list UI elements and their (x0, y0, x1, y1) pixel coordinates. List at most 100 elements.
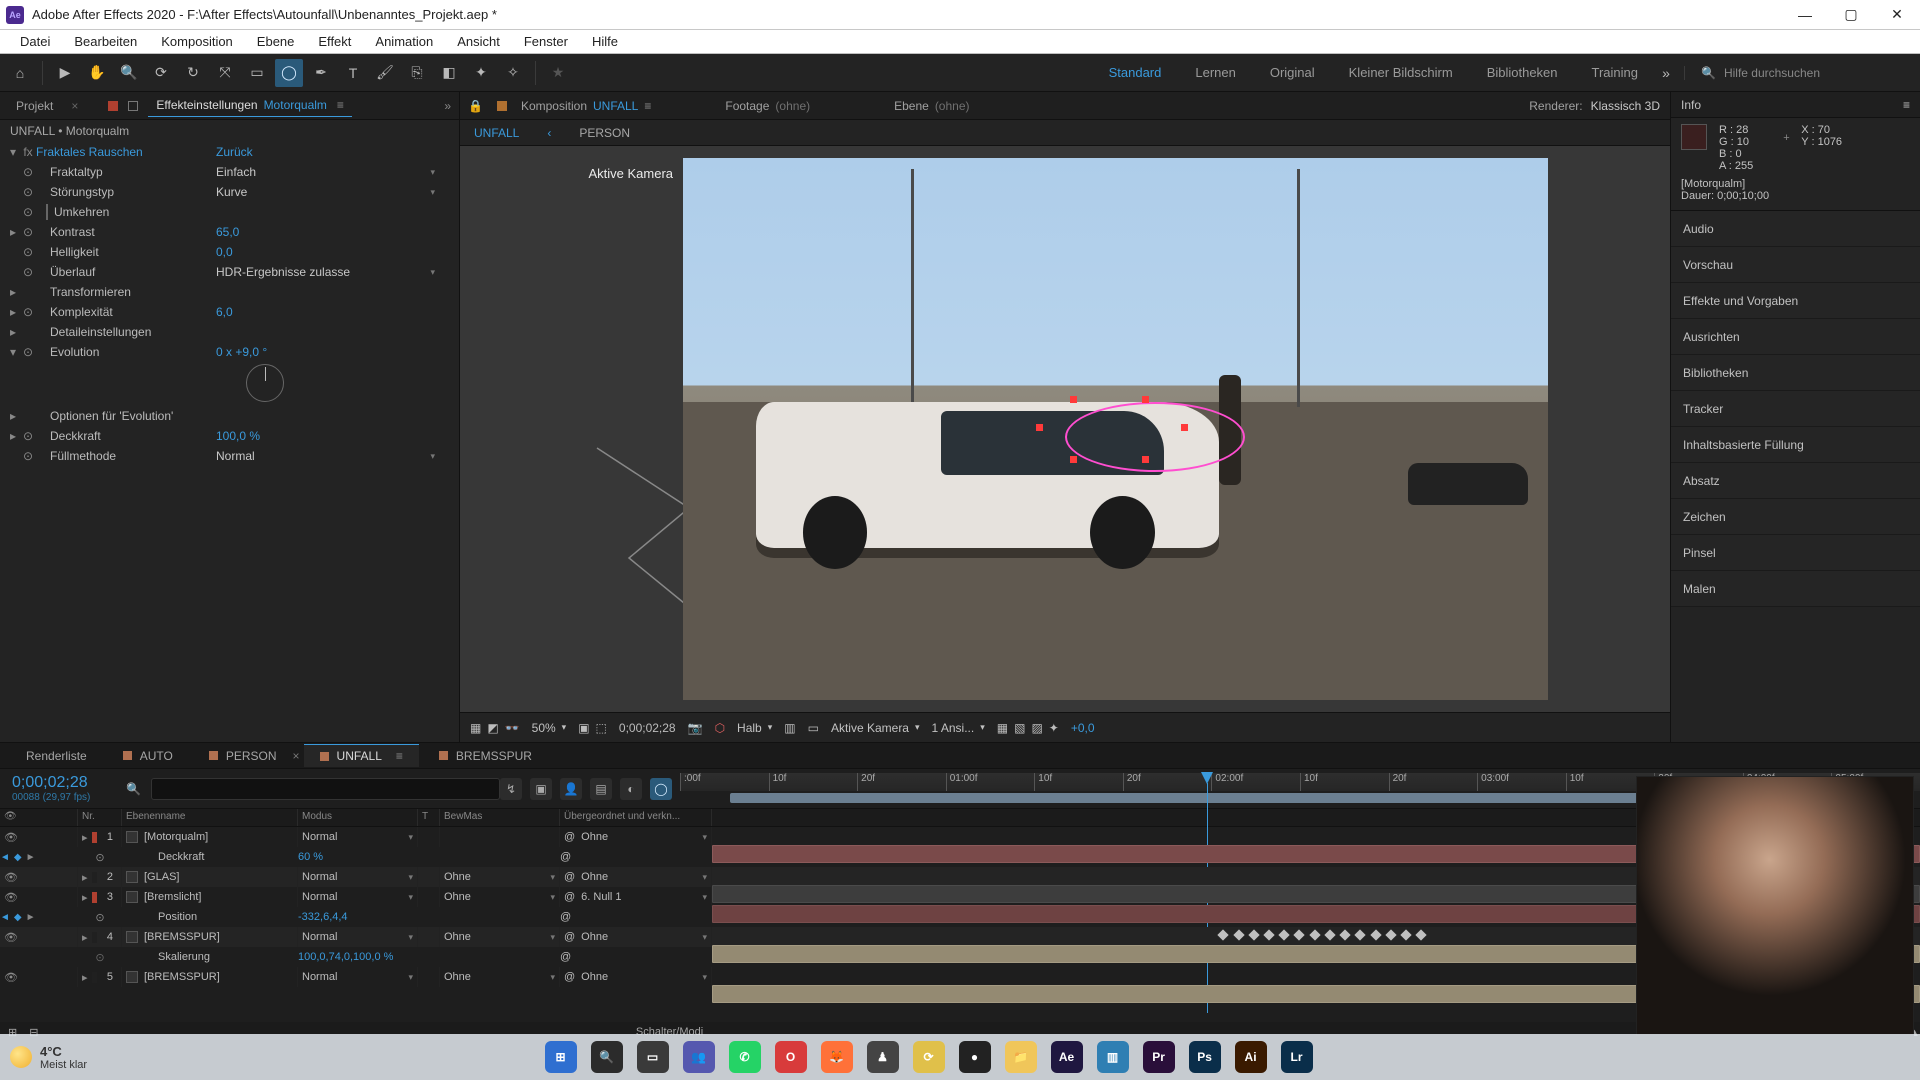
menu-effekt[interactable]: Effekt (308, 32, 361, 51)
tab-layer[interactable]: Ebene (894, 99, 929, 113)
motion-blur-icon[interactable]: ◐ (620, 778, 642, 800)
brush-tool[interactable]: 🖌 (371, 59, 399, 87)
keyframe[interactable] (1279, 929, 1290, 940)
taskbar-app-ae[interactable]: Ae (1051, 1041, 1083, 1073)
panel-overflow-icon[interactable]: » (444, 99, 459, 113)
resolution-dropdown[interactable]: Halb▾ (737, 721, 772, 735)
fx-value-dropdown[interactable]: Einfach▾ (216, 165, 453, 179)
taskbar-app-ai[interactable]: Ai (1235, 1041, 1267, 1073)
pickwhip-icon[interactable]: @ (560, 851, 571, 863)
fx-prop-transformieren[interactable]: Transformieren (36, 285, 216, 299)
maximize-button[interactable]: ▢ (1828, 0, 1874, 30)
twirl-icon[interactable]: ▾ (6, 145, 20, 159)
taskbar-app-search[interactable]: 🔍 (591, 1041, 623, 1073)
track-matte-dropdown[interactable]: Ohne▾ (444, 971, 555, 983)
shy-icon[interactable]: 👤 (560, 778, 582, 800)
keyframe[interactable] (1218, 929, 1229, 940)
keyframe[interactable] (1309, 929, 1320, 940)
taskbar-app-opera[interactable]: O (775, 1041, 807, 1073)
menu-fenster[interactable]: Fenster (514, 32, 578, 51)
viewer-timecode[interactable]: 0;00;02;28 (619, 721, 676, 735)
fx-prop-komplexit-t[interactable]: Komplexität (36, 305, 216, 319)
fx-prop-optionen-f-r-evolution-[interactable]: Optionen für 'Evolution' (36, 409, 216, 423)
stopwatch-icon[interactable]: ⊙ (95, 851, 104, 864)
taskbar-app-taskview[interactable]: ▭ (637, 1041, 669, 1073)
fx-enable-icon[interactable] (128, 101, 138, 111)
keyframe[interactable] (1339, 929, 1350, 940)
panel-audio[interactable]: Audio (1671, 211, 1920, 247)
pickwhip-icon[interactable]: @ (560, 951, 571, 963)
region-icon[interactable]: ⬚ (596, 721, 607, 735)
channel-icon[interactable]: ⬡ (715, 721, 725, 735)
layer-search[interactable] (151, 778, 500, 800)
workspace-lernen[interactable]: Lernen (1195, 65, 1235, 80)
evolution-knob[interactable] (246, 364, 284, 402)
snap-icon[interactable]: ▣ (578, 721, 589, 735)
property-name[interactable]: Position (122, 911, 298, 923)
fx-prop-fraktaltyp[interactable]: Fraktaltyp (36, 165, 216, 179)
panel-tracker[interactable]: Tracker (1671, 391, 1920, 427)
layer-name[interactable]: [Motorqualm] (144, 831, 208, 843)
property-name[interactable]: Deckkraft (122, 851, 298, 863)
minimize-button[interactable]: — (1782, 0, 1828, 30)
view3d3-icon[interactable]: ▨ (1031, 721, 1042, 735)
fx-prop-st-rungstyp[interactable]: Störungstyp (36, 185, 216, 199)
fx-value-dropdown[interactable]: Kurve▾ (216, 185, 453, 199)
workspace-overflow[interactable]: » (1652, 59, 1680, 87)
menu-ebene[interactable]: Ebene (247, 32, 305, 51)
help-search[interactable]: 🔍 Hilfe durchsuchen (1684, 66, 1914, 80)
menu-komposition[interactable]: Komposition (151, 32, 243, 51)
home-button[interactable]: ⌂ (6, 59, 34, 87)
close-button[interactable]: ✕ (1874, 0, 1920, 30)
timeline-tab-auto[interactable]: AUTO (107, 745, 189, 767)
fx-value-dropdown[interactable]: HDR-Ergebnisse zulasse▾ (216, 265, 453, 279)
camera-dropdown[interactable]: Aktive Kamera▾ (831, 721, 920, 735)
fx-prop--berlauf[interactable]: Überlauf (36, 265, 216, 279)
visibility-icon[interactable]: 👁 (4, 831, 18, 844)
parent-dropdown[interactable]: Ohne▾ (581, 971, 707, 983)
twirl-icon[interactable]: ▸ (82, 891, 88, 904)
hand-tool[interactable]: ✋ (83, 59, 111, 87)
property-value[interactable]: -332,6,4,4 (298, 911, 418, 923)
taskbar-app-teams[interactable]: 👥 (683, 1041, 715, 1073)
taskbar-app-pr[interactable]: Pr (1143, 1041, 1175, 1073)
pan-behind-tool[interactable]: ⤧ (211, 59, 239, 87)
blend-mode-dropdown[interactable]: Normal▾ (302, 871, 413, 883)
type-tool[interactable]: T (339, 59, 367, 87)
eraser-tool[interactable]: ◧ (435, 59, 463, 87)
keyframe[interactable] (1233, 929, 1244, 940)
keyframe[interactable] (1385, 929, 1396, 940)
visibility-icon[interactable]: 👁 (4, 871, 18, 884)
fx-value[interactable]: 0,0 (216, 245, 453, 259)
twirl-icon[interactable]: ▸ (82, 931, 88, 944)
track-matte-dropdown[interactable]: Ohne▾ (444, 891, 555, 903)
hamburger-icon[interactable]: ≡ (1903, 98, 1910, 112)
fx-value[interactable]: 100,0 % (216, 429, 453, 443)
weather-widget[interactable]: 4°C Meist klar (10, 1044, 87, 1071)
menu-datei[interactable]: Datei (10, 32, 60, 51)
layer-name[interactable]: [BREMSSPUR] (144, 971, 220, 983)
panel-malen[interactable]: Malen (1671, 571, 1920, 607)
parent-dropdown[interactable]: Ohne▾ (581, 871, 707, 883)
selection-tool[interactable]: ▶ (51, 59, 79, 87)
fx-value-dropdown[interactable]: Normal▾ (216, 449, 453, 463)
fx-prop-f-llmethode[interactable]: Füllmethode (36, 449, 216, 463)
twirl-icon[interactable]: ▸ (82, 871, 88, 884)
orbit-tool[interactable]: ⟳ (147, 59, 175, 87)
reset-link[interactable]: Zurück (216, 145, 453, 159)
taskbar-app-lr[interactable]: Lr (1281, 1041, 1313, 1073)
view3d-icon[interactable]: ▦ (997, 721, 1008, 735)
transparency-icon[interactable]: ▥ (784, 721, 795, 735)
draft3d-icon[interactable]: ▣ (530, 778, 552, 800)
stopwatch-icon[interactable]: ⊙ (95, 911, 104, 924)
pickwhip-icon[interactable]: @ (564, 971, 575, 983)
visibility-icon[interactable]: 👁 (4, 971, 18, 984)
zoom-dropdown[interactable]: 50%▾ (532, 721, 567, 735)
parent-dropdown[interactable]: Ohne▾ (581, 831, 707, 843)
taskbar-app-app1[interactable]: ♟ (867, 1041, 899, 1073)
timeline-tab-person[interactable]: PERSON (193, 745, 293, 767)
menu-hilfe[interactable]: Hilfe (582, 32, 628, 51)
track-matte-dropdown[interactable]: Ohne▾ (444, 871, 555, 883)
work-area-bar[interactable] (730, 793, 1772, 803)
fx-value[interactable]: 65,0 (216, 225, 453, 239)
